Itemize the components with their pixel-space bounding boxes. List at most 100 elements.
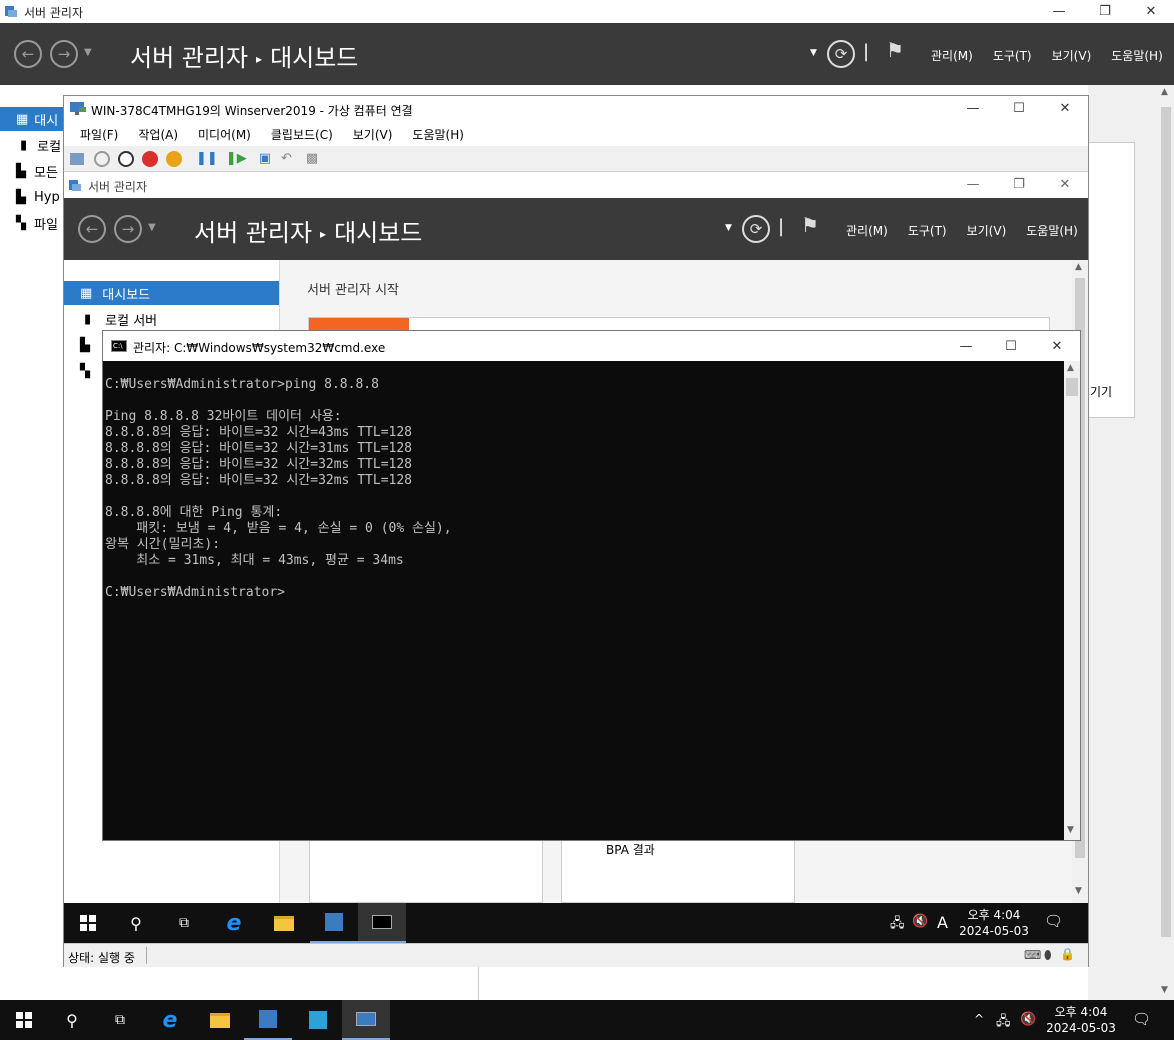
- start-icon[interactable]: [94, 150, 110, 167]
- sidebar-item-dashboard[interactable]: ▦ 대시: [0, 107, 64, 131]
- enhanced-session-icon[interactable]: ▩: [306, 151, 318, 166]
- hyperv-icon: ▙: [16, 189, 26, 205]
- vm-close-button[interactable]: ✕: [1042, 97, 1088, 120]
- menu-tools[interactable]: 도구(T): [993, 47, 1032, 64]
- cmd-scrollbar[interactable]: ▲ ▼: [1064, 361, 1080, 840]
- inner-explorer-icon[interactable]: [260, 903, 308, 943]
- sidebar-item-all[interactable]: ▙ 모든: [0, 159, 64, 183]
- cmd-console[interactable]: C:₩Users₩Administrator>ping 8.8.8.8 Ping…: [103, 361, 1064, 840]
- inner-sidebar-item-files[interactable]: ▚: [64, 359, 104, 383]
- inner-back-icon[interactable]: ←: [78, 215, 106, 243]
- inner-close-button[interactable]: ✕: [1042, 173, 1088, 196]
- vm-menu-media[interactable]: 미디어(M): [198, 126, 251, 143]
- vm-menu-file[interactable]: 파일(F): [80, 126, 118, 143]
- close-button[interactable]: ✕: [1128, 0, 1174, 23]
- outer-sidebar: ▦ 대시 ▮ 로컬 ▙ 모든 ▙ Hyp ▚ 파일: [0, 85, 64, 1000]
- inner-forward-icon[interactable]: →: [114, 215, 142, 243]
- inner-notification-icon[interactable]: 🗨: [1044, 912, 1063, 930]
- inner-start-icon[interactable]: [64, 903, 112, 943]
- inner-clock[interactable]: 오후 4:04 2024-05-03: [954, 907, 1034, 939]
- vm-connection-taskbar-icon[interactable]: [342, 1000, 390, 1040]
- menu-view[interactable]: 보기(V): [1052, 47, 1092, 64]
- menu-help[interactable]: 도움말(H): [1111, 47, 1163, 64]
- inner-server-manager-taskbar-icon[interactable]: [310, 903, 358, 943]
- menu-manage[interactable]: 관리(M): [931, 47, 973, 64]
- outer-header: ← → ▼ 서버 관리자 ▸ 대시보드 ▼ ⟳ | ⚑ 관리(M) 도구(T) 보기…: [0, 23, 1174, 85]
- clock[interactable]: 오후 4:04 2024-05-03: [1042, 1004, 1120, 1036]
- revert-icon[interactable]: ↶: [281, 151, 292, 166]
- bpa-results[interactable]: BPA 결과: [606, 841, 655, 858]
- server-manager-taskbar-icon[interactable]: [244, 1000, 292, 1040]
- back-icon[interactable]: ←: [14, 40, 42, 68]
- inner-refresh-icon[interactable]: ⟳: [742, 215, 770, 243]
- refresh-icon[interactable]: ⟳: [827, 40, 855, 68]
- restore-button[interactable]: ❐: [1082, 0, 1128, 23]
- network-icon[interactable]: 🖧: [996, 1012, 1011, 1034]
- start-icon[interactable]: [0, 1000, 48, 1040]
- inner-network-icon[interactable]: 🖧: [890, 914, 905, 936]
- inner-menu-view[interactable]: 보기(V): [967, 222, 1007, 239]
- inner-separator: |: [778, 216, 785, 237]
- shutdown-icon[interactable]: [142, 150, 158, 167]
- cmd-maximize-button[interactable]: ☐: [988, 335, 1034, 358]
- power-icon[interactable]: [166, 150, 182, 167]
- inner-task-view-icon[interactable]: ⧉: [160, 903, 208, 943]
- outer-menu: 관리(M) 도구(T) 보기(V) 도움말(H): [931, 47, 1163, 64]
- vm-menu-help[interactable]: 도움말(H): [412, 126, 464, 143]
- search-icon[interactable]: ⚲: [48, 1000, 96, 1040]
- flag-icon[interactable]: ⚑: [886, 38, 904, 62]
- inner-menu-help[interactable]: 도움말(H): [1026, 222, 1078, 239]
- history-dropdown-icon[interactable]: ▼: [84, 47, 92, 58]
- checkpoint-icon[interactable]: ▣: [259, 151, 271, 166]
- console-line: 8.8.8.8의 응답: 바이트=32 시간=32ms TTL=128: [105, 473, 412, 488]
- vm-minimize-button[interactable]: —: [950, 97, 996, 120]
- console-line: 8.8.8.8에 대한 Ping 통계:: [105, 505, 283, 520]
- inner-minimize-button[interactable]: —: [950, 173, 996, 196]
- outer-scrollbar[interactable]: ▲ ▼: [1158, 85, 1174, 1000]
- inner-history-icon[interactable]: ▼: [148, 222, 156, 233]
- vm-menu-action[interactable]: 작업(A): [138, 126, 178, 143]
- inner-restore-button[interactable]: ❐: [996, 173, 1042, 196]
- inner-ime-indicator[interactable]: A: [937, 913, 948, 932]
- files-icon: ▚: [16, 215, 26, 231]
- cmd-window: C:\ 관리자: C:₩Windows₩system32₩cmd.exe — ☐…: [102, 330, 1081, 841]
- file-explorer-icon[interactable]: [196, 1000, 244, 1040]
- inner-volume-muted-icon[interactable]: 🔇: [912, 914, 928, 929]
- inner-ie-icon[interactable]: e: [210, 903, 258, 943]
- volume-muted-icon[interactable]: 🔇: [1020, 1012, 1036, 1027]
- pause-icon[interactable]: ❚❚: [196, 151, 218, 166]
- inner-dropdown-icon[interactable]: ▼: [725, 223, 732, 233]
- quick-start-heading: 서버 관리자 시작: [307, 283, 399, 298]
- forward-icon[interactable]: →: [50, 40, 78, 68]
- sidebar-item-local[interactable]: ▮ 로컬: [0, 133, 64, 157]
- ctrl-alt-del-icon[interactable]: [70, 152, 84, 165]
- turn-off-icon[interactable]: [118, 150, 134, 167]
- dropdown-icon[interactable]: ▼: [810, 48, 817, 58]
- vm-menu-clipboard[interactable]: 클립보드(C): [271, 126, 333, 143]
- sidebar-item-files[interactable]: ▚ 파일: [0, 211, 64, 235]
- sidebar-item-hyperv[interactable]: ▙ Hyp: [0, 185, 64, 209]
- vm-maximize-button[interactable]: ☐: [996, 97, 1042, 120]
- hyperv-manager-icon[interactable]: [294, 1000, 342, 1040]
- cmd-close-button[interactable]: ✕: [1034, 335, 1080, 358]
- resume-icon[interactable]: ❚▶: [226, 151, 247, 166]
- inner-sidebar-item-dashboard[interactable]: ▦ 대시보드: [64, 281, 279, 305]
- vm-menu-view[interactable]: 보기(V): [353, 126, 393, 143]
- inner-search-icon[interactable]: ⚲: [112, 903, 160, 943]
- notification-icon[interactable]: 🗨: [1132, 1010, 1151, 1028]
- tile-bpa: BPA 결과: [561, 837, 795, 903]
- inner-menu-tools[interactable]: 도구(T): [908, 222, 947, 239]
- ie-icon[interactable]: e: [146, 1000, 194, 1040]
- minimize-button[interactable]: —: [1036, 0, 1082, 23]
- task-view-icon[interactable]: ⧉: [96, 1000, 144, 1040]
- inner-servers-icon: ▙: [80, 337, 90, 353]
- vm-title-bar: WIN-378C4TMHG19의 Winserver2019 - 가상 컴퓨터 …: [64, 96, 1088, 122]
- vm-monitor-icon: [70, 102, 86, 115]
- tray-expand-icon[interactable]: ^: [974, 1012, 984, 1026]
- inner-sidebar-item-all[interactable]: ▙: [64, 333, 104, 357]
- inner-menu-manage[interactable]: 관리(M): [846, 222, 888, 239]
- cmd-minimize-button[interactable]: —: [943, 335, 989, 358]
- inner-flag-icon[interactable]: ⚑: [801, 213, 819, 237]
- inner-sidebar-item-local[interactable]: ▮ 로컬 서버: [64, 307, 279, 331]
- inner-cmd-taskbar-icon[interactable]: [358, 903, 406, 943]
